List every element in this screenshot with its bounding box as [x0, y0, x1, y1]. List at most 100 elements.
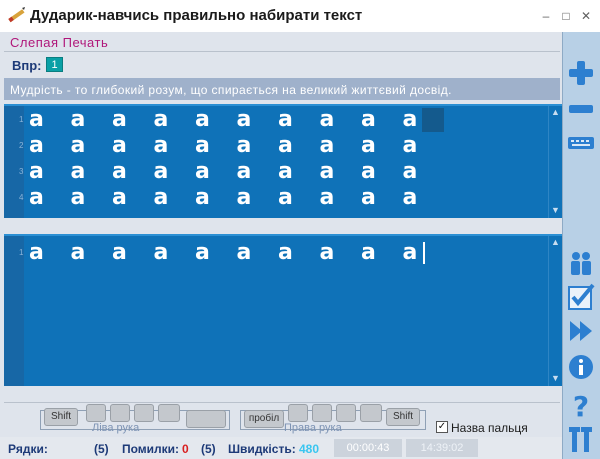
char-glyph: a [29, 107, 44, 132]
left-shift-key: Shift [44, 408, 78, 426]
char-glyph: a [319, 107, 335, 132]
char-glyph: a [361, 185, 376, 210]
char-glyph: a [70, 240, 86, 265]
char-glyph: a [278, 133, 293, 158]
char-glyph: a [112, 159, 127, 184]
line-number: 1 [19, 248, 24, 257]
line-number: 3 [19, 167, 24, 176]
rows-label: Рядки: [8, 442, 48, 456]
char-glyph: a [361, 107, 376, 132]
close-button[interactable]: ✕ [578, 8, 594, 24]
keyboard-icon[interactable] [566, 128, 596, 158]
errors-label: Помилки: [122, 442, 180, 456]
line-number: 2 [19, 141, 24, 150]
divider [4, 51, 560, 52]
sample-scrollbar[interactable]: ▲ ▼ [548, 106, 562, 218]
title-bar: Дударик-навчись правильно набирати текст… [0, 0, 600, 32]
users-icon[interactable] [566, 248, 596, 278]
char-glyph: a [112, 133, 127, 158]
right-hand-label: Права рука [284, 422, 342, 434]
finger-key [86, 404, 106, 422]
speed-label: Швидкість: [228, 442, 296, 456]
checklist-icon[interactable] [566, 282, 596, 312]
char-glyph: a [112, 240, 127, 265]
char-glyph: a [319, 133, 335, 158]
space-key: пробіл [244, 410, 284, 428]
finger-key [110, 404, 130, 422]
char-glyph: a [278, 159, 293, 184]
char-glyph: a [361, 159, 376, 184]
char-glyph: a [402, 185, 418, 210]
mode-title: Слепая Печать [10, 35, 109, 50]
finger-key [158, 404, 180, 422]
char-glyph: a [402, 107, 418, 132]
char-glyph: a [153, 133, 169, 158]
speed-value: 480 [299, 442, 320, 456]
char-glyph: a [278, 107, 293, 132]
left-hand-label: Ліва рука [92, 422, 140, 434]
text-caret [423, 242, 425, 264]
char-glyph: a [236, 107, 252, 132]
char-glyph: a [278, 185, 293, 210]
char-glyph: a [153, 240, 169, 265]
char-glyph: a [361, 240, 376, 265]
svg-text:?: ? [573, 390, 589, 420]
finger-key [134, 404, 154, 422]
elapsed-time: 00:00:43 [334, 439, 402, 457]
char-glyph: a [236, 185, 252, 210]
char-glyph: a [236, 133, 252, 158]
maximize-button[interactable]: □ [558, 8, 574, 24]
char-glyph: a [70, 159, 86, 184]
char-glyph: a [29, 133, 44, 158]
finger-name-checkbox[interactable]: ✓ [436, 421, 448, 433]
scroll-down-icon[interactable]: ▼ [551, 373, 560, 383]
char-glyph: a [153, 159, 169, 184]
line-number: 4 [19, 193, 24, 202]
plus-icon[interactable] [566, 58, 596, 88]
info-icon[interactable] [566, 352, 596, 382]
errors-total: (5) [201, 442, 216, 456]
typing-scrollbar[interactable]: ▲ ▼ [548, 236, 562, 386]
char-glyph: a [319, 240, 335, 265]
skip-icon[interactable] [566, 316, 596, 346]
char-glyph: a [29, 159, 44, 184]
char-glyph: a [195, 240, 210, 265]
finger-key [312, 404, 332, 422]
exercise-label: Впр: [12, 58, 42, 73]
pencil-icon [8, 7, 25, 23]
minimize-button[interactable]: – [538, 8, 554, 24]
char-glyph: a [195, 159, 210, 184]
clock: 14:39:02 [406, 439, 478, 457]
minus-icon[interactable] [566, 94, 596, 124]
char-glyph: a [278, 240, 293, 265]
line-number: 1 [19, 115, 24, 124]
char-glyph: a [70, 107, 86, 132]
help-icon[interactable]: ? [566, 390, 596, 420]
char-glyph: a [153, 107, 169, 132]
tools-icon[interactable] [566, 424, 596, 454]
scroll-up-icon[interactable]: ▲ [551, 107, 560, 117]
char-glyph: a [195, 185, 210, 210]
char-glyph: a [112, 185, 127, 210]
char-glyph: a [361, 133, 376, 158]
current-position-marker [422, 108, 444, 132]
char-glyph: a [29, 240, 44, 265]
char-glyph: a [236, 159, 252, 184]
finger-key [288, 404, 308, 422]
char-glyph: a [153, 185, 169, 210]
char-glyph: a [319, 185, 335, 210]
char-glyph: a [319, 159, 335, 184]
finger-key [360, 404, 382, 422]
char-glyph: a [402, 133, 418, 158]
target-sentence: Мудрість - то глибокий розум, що спираєт… [10, 83, 452, 97]
right-shift-key: Shift [386, 408, 420, 426]
char-glyph: a [112, 107, 127, 132]
finger-name-label: Назва пальця [451, 421, 528, 435]
exercise-number[interactable]: 1 [46, 57, 63, 72]
char-glyph: a [402, 240, 418, 265]
window-title: Дударик-навчись правильно набирати текст [30, 7, 363, 24]
rows-total: (5) [94, 442, 109, 456]
typing-gutter [4, 236, 24, 386]
scroll-up-icon[interactable]: ▲ [551, 237, 560, 247]
scroll-down-icon[interactable]: ▼ [551, 205, 560, 215]
